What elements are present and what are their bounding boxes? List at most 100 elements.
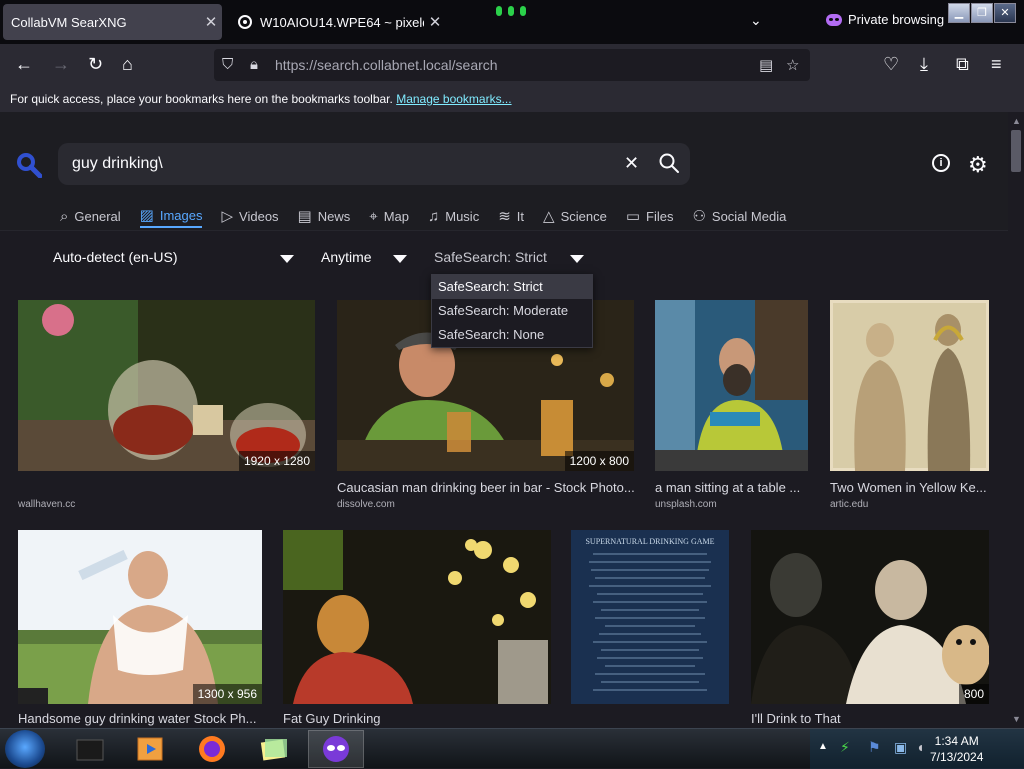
tab-close-icon[interactable]: ✕ — [200, 13, 222, 31]
action-center-icon[interactable]: ⚑ — [868, 739, 881, 756]
manage-bookmarks-link[interactable]: Manage bookmarks... — [396, 92, 511, 106]
tab-close-icon[interactable]: ✕ — [424, 13, 446, 31]
result-thumbnail[interactable] — [830, 300, 989, 471]
clock[interactable]: 1:34 AM 7/13/2024 — [930, 733, 983, 765]
tab-it[interactable]: ≋ It — [498, 204, 524, 228]
result-title[interactable]: Fat Guy Drinking — [283, 711, 551, 726]
windows-taskbar: ▲ ⚡ ⚑ ▣ ◖ 1:34 AM 7/13/2024 — [0, 728, 1024, 769]
address-bar[interactable]: ⛉ 🔒︎ https://search.collabnet.local/sear… — [214, 49, 810, 81]
minimize-button[interactable]: ▁ — [948, 3, 970, 23]
result-title[interactable]: Handsome guy drinking water Stock Ph... — [18, 711, 262, 726]
info-icon[interactable]: i — [932, 154, 950, 172]
result-source: unsplash.com — [655, 499, 717, 510]
result-thumbnail[interactable]: 800 — [751, 530, 989, 704]
network-icon[interactable]: ⚡ — [840, 739, 850, 756]
close-window-button[interactable]: ✕ — [994, 3, 1016, 23]
page-scrollbar[interactable]: ▲ ▼ — [1008, 112, 1024, 728]
result-title[interactable]: Caucasian man drinking beer in bar - Sto… — [337, 480, 637, 495]
downloads-icon[interactable]: ⤓ — [920, 54, 928, 75]
language-select[interactable]: Auto-detect (en-US) — [53, 249, 178, 265]
taskbar-app-firefox[interactable] — [184, 730, 240, 768]
image-result[interactable]: Fat Guy Drinking — [283, 530, 551, 728]
safesearch-option-strict[interactable]: SafeSearch: Strict — [432, 275, 592, 299]
tab-science[interactable]: △ Science — [543, 204, 607, 228]
tab-list-chevron-down-icon[interactable]: ⌄ — [750, 12, 762, 29]
drinking-game-poster-image: SUPERNATURAL DRINKING GAME — [571, 530, 729, 704]
searxng-logo-icon[interactable] — [16, 152, 42, 178]
taskbar-app-media-player[interactable] — [122, 730, 178, 768]
start-button[interactable] — [5, 730, 45, 768]
reload-icon[interactable]: ↻ — [88, 54, 103, 75]
home-icon[interactable]: ⌂ — [122, 54, 133, 75]
settings-gear-icon[interactable]: ⚙ — [968, 152, 988, 178]
search-bar: guy drinking\ ✕ — [58, 143, 690, 185]
back-arrow-icon[interactable]: ← — [15, 54, 33, 75]
tab-news[interactable]: ▤ News — [298, 204, 351, 228]
result-title[interactable]: I'll Drink to That — [751, 711, 989, 726]
file-tray-icon: ▭ — [625, 208, 640, 225]
search-input[interactable]: guy drinking\ — [72, 155, 163, 173]
result-title[interactable]: a man sitting at a table ... — [655, 480, 808, 495]
tab-general[interactable]: ⌕ General — [60, 204, 121, 228]
tab-videos[interactable]: ▷ Videos — [221, 204, 278, 228]
restore-button[interactable]: ❐ — [971, 3, 993, 23]
layers-icon: ≋ — [498, 208, 511, 225]
shield-icon[interactable]: ⛉ — [222, 56, 233, 73]
taskbar-app-terminal[interactable] — [62, 730, 118, 768]
tab-social-media[interactable]: ⚇ Social Media — [692, 204, 786, 228]
tab-label: Images — [159, 207, 203, 223]
tab-files[interactable]: ▭ Files — [626, 204, 674, 228]
tab-images[interactable]: ▨ Images — [139, 204, 203, 228]
tab-music[interactable]: ♫ Music — [428, 204, 479, 228]
chevron-down-icon[interactable] — [280, 255, 294, 263]
search-icon[interactable] — [658, 152, 680, 174]
time-range-select[interactable]: Anytime — [321, 249, 372, 265]
scrollbar-thumb[interactable] — [1011, 130, 1021, 172]
url-text[interactable]: https://search.collabnet.local/search — [275, 57, 498, 73]
bookmark-star-icon[interactable]: ☆ — [786, 56, 799, 74]
clear-search-icon[interactable]: ✕ — [624, 153, 639, 174]
tab-label: It — [516, 208, 525, 224]
tab-map[interactable]: ⌖ Map — [369, 204, 409, 228]
tab-pixeldrain[interactable]: W10AIOU14.WPE64 ~ pixeldrain ✕ — [232, 4, 446, 40]
volume-icon[interactable]: ◖ — [916, 739, 924, 755]
result-thumbnail[interactable] — [283, 530, 551, 704]
safesearch-option-none[interactable]: SafeSearch: None — [432, 323, 592, 347]
tab-searxng[interactable]: CollabVM SearXNG ✕ — [3, 4, 222, 40]
result-thumbnail[interactable]: 1920 x 1280 — [18, 300, 315, 471]
tab-bar: CollabVM SearXNG ✕ W10AIOU14.WPE64 ~ pix… — [0, 0, 1024, 44]
bookmarks-hint: For quick access, place your bookmarks h… — [10, 92, 393, 106]
image-result[interactable]: 1300 x 956 Handsome guy drinking water S… — [18, 530, 262, 728]
forward-arrow-icon[interactable]: → — [52, 54, 70, 75]
window-controls: ▁ ❐ ✕ — [948, 3, 1016, 23]
lock-icon[interactable]: 🔒︎ — [250, 56, 258, 73]
show-hidden-icons-icon[interactable]: ▲ — [818, 741, 828, 752]
safesearch-select[interactable]: SafeSearch: Strict — [434, 249, 547, 265]
menu-hamburger-icon[interactable]: ≡ — [991, 54, 1002, 75]
image-result[interactable]: 800 I'll Drink to That — [751, 530, 989, 728]
tab-label: General — [74, 208, 121, 224]
taskbar-app-notes[interactable] — [246, 730, 302, 768]
image-result[interactable]: Two Women in Yellow Ke... artic.edu — [830, 300, 989, 510]
safesearch-option-moderate[interactable]: SafeSearch: Moderate — [432, 299, 592, 323]
pocket-icon[interactable]: ♡ — [883, 54, 899, 75]
scroll-up-icon[interactable]: ▲ — [1012, 116, 1021, 126]
taskbar-app-private-firefox[interactable] — [308, 730, 364, 768]
map-pin-icon: ⌖ — [369, 207, 378, 225]
image-dimensions: 1300 x 956 — [192, 684, 262, 704]
tab-label: Videos — [239, 208, 279, 224]
image-result[interactable]: a man sitting at a table ... unsplash.co… — [655, 300, 808, 510]
result-thumbnail[interactable]: 1300 x 956 — [18, 530, 262, 704]
media-player-icon — [137, 737, 163, 761]
extensions-icon[interactable]: ⧉ — [956, 54, 969, 75]
reader-view-icon[interactable]: ▤ — [759, 56, 773, 74]
display-icon[interactable]: ▣ — [894, 739, 907, 756]
image-result[interactable]: 1920 x 1280 wallhaven.cc — [18, 300, 315, 510]
scroll-down-icon[interactable]: ▼ — [1012, 714, 1021, 724]
result-title[interactable]: Two Women in Yellow Ke... — [830, 480, 989, 495]
result-thumbnail[interactable]: SUPERNATURAL DRINKING GAME — [571, 530, 729, 704]
image-result[interactable]: SUPERNATURAL DRINKING GAME — [571, 530, 729, 728]
chevron-down-icon[interactable] — [393, 255, 407, 263]
chevron-down-icon[interactable] — [570, 255, 584, 263]
result-thumbnail[interactable] — [655, 300, 808, 471]
